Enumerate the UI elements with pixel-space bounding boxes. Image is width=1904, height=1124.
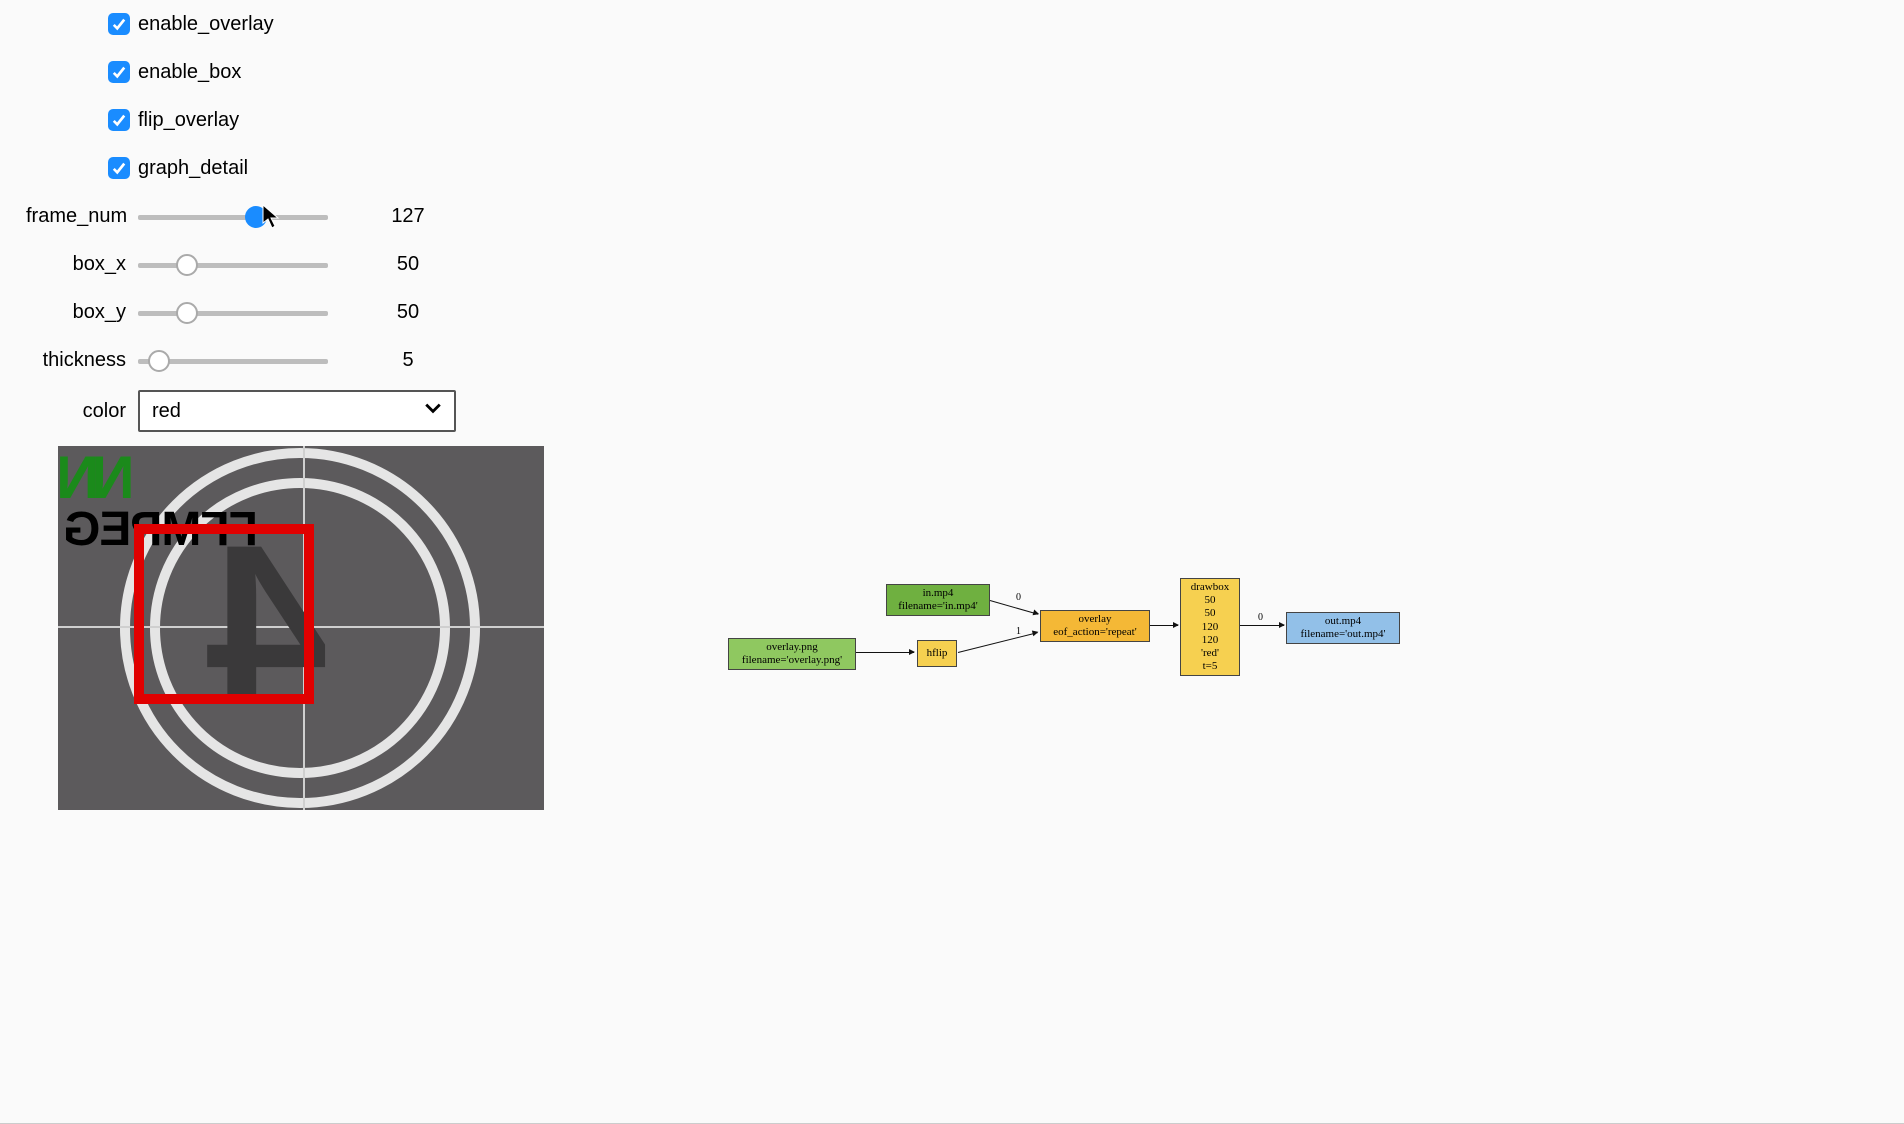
slider-row-box-y: box_y 50 [26, 288, 466, 336]
checkbox-label: flip_overlay [138, 109, 239, 132]
checkbox-label: enable_box [138, 61, 241, 84]
node-title: in.mp4 [891, 587, 985, 600]
node-detail: filename='in.mp4' [891, 600, 985, 613]
node-param: t=5 [1185, 660, 1235, 673]
controls-panel: enable_overlay enable_box flip_overlay g… [26, 0, 466, 438]
checkbox-enable-overlay[interactable] [108, 13, 130, 35]
checkbox-flip-overlay[interactable] [108, 109, 130, 131]
graph-edge [856, 652, 914, 653]
node-detail: eof_action='repeat' [1045, 626, 1145, 639]
graph-node-in-mp4: in.mp4 filename='in.mp4' [886, 584, 990, 616]
node-detail: filename='out.mp4' [1291, 628, 1395, 641]
slider-value: 127 [368, 205, 448, 228]
graph-edge [958, 632, 1038, 653]
node-title: drawbox [1185, 581, 1235, 594]
slider-thickness[interactable] [138, 359, 328, 364]
checkbox-row-graph-detail: graph_detail [26, 144, 466, 192]
drawbox-rectangle [134, 524, 314, 704]
slider-row-box-x: box_x 50 [26, 240, 466, 288]
filter-graph-diagram: overlay.png filename='overlay.png' in.mp… [728, 578, 1408, 708]
graph-edge [990, 600, 1038, 615]
slider-value: 50 [368, 253, 448, 276]
node-param: 120 [1185, 621, 1235, 634]
graph-edge-label: 1 [1016, 626, 1021, 637]
checkbox-graph-detail[interactable] [108, 157, 130, 179]
node-title: overlay.png [733, 641, 851, 654]
slider-thumb[interactable] [176, 302, 198, 324]
slider-thumb[interactable] [148, 350, 170, 372]
checkbox-enable-box[interactable] [108, 61, 130, 83]
select-value: red [152, 400, 181, 423]
slider-frame-num[interactable] [138, 215, 328, 220]
select-row-color: color red [26, 384, 466, 438]
node-param: 120 [1185, 634, 1235, 647]
checkbox-row-flip-overlay: flip_overlay [26, 96, 466, 144]
slider-box-x[interactable] [138, 263, 328, 268]
slider-value: 5 [368, 349, 448, 372]
node-param: 50 [1185, 607, 1235, 620]
graph-node-overlay: overlay eof_action='repeat' [1040, 610, 1150, 642]
graph-edge [1150, 625, 1178, 626]
chevron-down-icon [424, 399, 442, 423]
node-param: 50 [1185, 594, 1235, 607]
video-preview: 4 NN FFMPEG [58, 446, 544, 810]
graph-node-hflip: hflip [917, 640, 957, 667]
slider-thumb[interactable] [245, 206, 267, 228]
node-param: 'red' [1185, 647, 1235, 660]
select-label: color [26, 400, 138, 423]
slider-label: frame_num [26, 205, 138, 228]
slider-label: box_y [26, 301, 138, 324]
slider-value: 50 [368, 301, 448, 324]
checkbox-row-enable-box: enable_box [26, 48, 466, 96]
checkbox-label: graph_detail [138, 157, 248, 180]
node-title: overlay [1045, 613, 1145, 626]
slider-row-frame-num: frame_num 127 [26, 192, 466, 240]
slider-label: thickness [26, 349, 138, 372]
node-detail: filename='overlay.png' [733, 654, 851, 667]
node-title: out.mp4 [1291, 615, 1395, 628]
slider-box-y[interactable] [138, 311, 328, 316]
slider-label: box_x [26, 253, 138, 276]
checkbox-label: enable_overlay [138, 13, 274, 36]
checkbox-row-enable-overlay: enable_overlay [26, 0, 466, 48]
graph-edge [1240, 625, 1284, 626]
graph-node-out-mp4: out.mp4 filename='out.mp4' [1286, 612, 1400, 644]
graph-node-drawbox: drawbox 50 50 120 120 'red' t=5 [1180, 578, 1240, 676]
ffmpeg-zigzag-icon: NN [64, 454, 135, 502]
slider-row-thickness: thickness 5 [26, 336, 466, 384]
slider-thumb[interactable] [176, 254, 198, 276]
graph-edge-label: 0 [1258, 612, 1263, 623]
node-title: hflip [927, 647, 948, 659]
graph-node-overlay-png: overlay.png filename='overlay.png' [728, 638, 856, 670]
color-select[interactable]: red [138, 390, 456, 432]
graph-edge-label: 0 [1016, 592, 1021, 603]
